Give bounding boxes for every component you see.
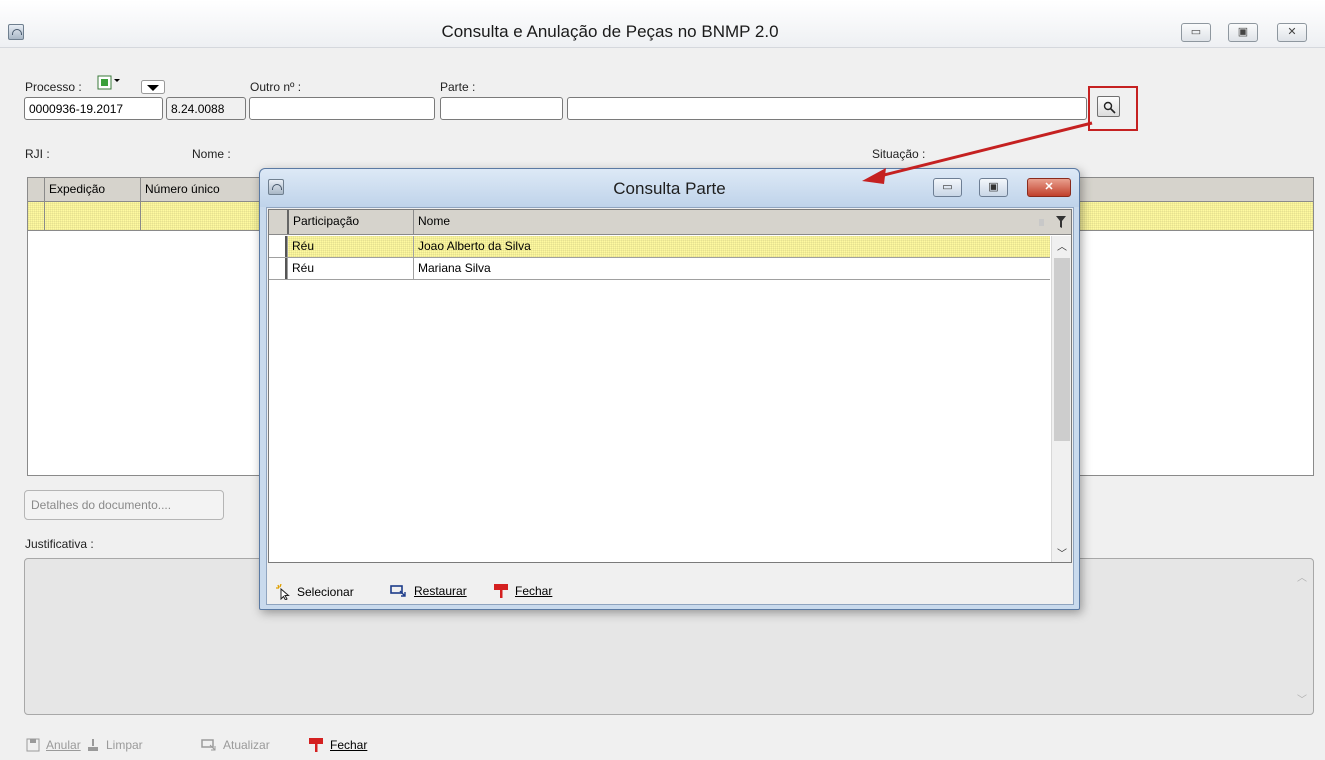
atualizar-button[interactable]: Atualizar bbox=[201, 738, 270, 752]
restore-icon bbox=[390, 585, 406, 597]
processo-number-field[interactable]: 0000936-19.2017 bbox=[24, 97, 163, 120]
dialog-fechar-button[interactable]: Fechar bbox=[493, 583, 552, 599]
exit-sign-icon bbox=[494, 584, 508, 598]
fechar-label: Fechar bbox=[330, 738, 368, 752]
selecionar-button[interactable]: Selecionar bbox=[275, 584, 354, 600]
nome-label: Nome : bbox=[192, 147, 231, 161]
parte-code-field[interactable] bbox=[440, 97, 563, 120]
scroll-up-icon: ︿ bbox=[1297, 573, 1307, 584]
search-parte-button[interactable] bbox=[1097, 96, 1120, 117]
column-header-nome[interactable]: Nome bbox=[413, 210, 1049, 234]
cell-participacao: Réu bbox=[287, 236, 413, 257]
restore-icon bbox=[201, 739, 216, 751]
restaurar-button[interactable]: Restaurar bbox=[390, 584, 467, 598]
row-divider bbox=[140, 202, 141, 230]
row-selector[interactable] bbox=[269, 236, 287, 257]
scrollbar-thumb[interactable] bbox=[1054, 258, 1070, 441]
selecionar-label: Selecionar bbox=[297, 585, 354, 599]
processo-label: Processo : bbox=[25, 80, 82, 94]
partes-grid[interactable]: Participação Nome Réu Joao Alberto da Si… bbox=[268, 209, 1072, 563]
partes-grid-header: Participação Nome bbox=[269, 210, 1071, 235]
justificativa-label: Justificativa : bbox=[25, 537, 94, 551]
window-title: Consulta e Anulação de Peças no BNMP 2.0 bbox=[441, 22, 779, 41]
processo-dropdown[interactable] bbox=[141, 80, 165, 97]
rji-label: RJI : bbox=[25, 147, 50, 161]
cell-nome: Mariana Silva bbox=[413, 258, 1049, 279]
cell-nome: Joao Alberto da Silva bbox=[413, 236, 1049, 257]
situacao-label: Situação : bbox=[872, 147, 926, 161]
scroll-down-icon[interactable]: ﹀ bbox=[1057, 545, 1067, 560]
row-divider bbox=[44, 202, 45, 230]
anular-button[interactable]: Anular bbox=[26, 738, 81, 752]
close-button[interactable] bbox=[1277, 23, 1307, 42]
fechar-button[interactable]: Fechar bbox=[308, 737, 367, 753]
cell-participacao: Réu bbox=[287, 258, 413, 279]
parte-row[interactable]: Réu Joao Alberto da Silva bbox=[269, 236, 1050, 258]
restaurar-label: Restaurar bbox=[414, 584, 467, 598]
column-header-expedicao[interactable]: Expedição bbox=[44, 178, 140, 201]
exit-sign-icon bbox=[309, 738, 323, 752]
maximize-button[interactable] bbox=[1228, 23, 1258, 42]
parte-row[interactable]: Réu Mariana Silva bbox=[269, 258, 1050, 280]
filter-button[interactable] bbox=[1051, 210, 1071, 234]
processo-complement-field[interactable]: 8.24.0088 bbox=[166, 97, 246, 120]
dialog-minimize-button[interactable] bbox=[933, 178, 962, 197]
dialog-close-button[interactable] bbox=[1027, 178, 1071, 197]
detalhes-documento-button[interactable]: Detalhes do documento.... bbox=[24, 490, 224, 520]
search-icon bbox=[1103, 101, 1116, 114]
parte-name-field[interactable] bbox=[567, 97, 1087, 120]
processo-menu[interactable] bbox=[97, 75, 127, 91]
filter-icon bbox=[1056, 216, 1066, 228]
dialog-body: Participação Nome Réu Joao Alberto da Si… bbox=[266, 207, 1074, 605]
outro-label: Outro nº : bbox=[250, 80, 302, 94]
document-dropdown-icon bbox=[97, 75, 120, 90]
dialog-maximize-button[interactable] bbox=[979, 178, 1008, 197]
row-selector[interactable] bbox=[269, 258, 287, 279]
save-icon bbox=[26, 738, 40, 752]
dialog-fechar-label: Fechar bbox=[515, 584, 553, 598]
broom-icon bbox=[88, 739, 98, 751]
limpar-button[interactable]: Limpar bbox=[86, 738, 143, 752]
column-header-participacao[interactable]: Participação bbox=[287, 210, 413, 234]
chevron-down-icon bbox=[141, 80, 165, 94]
limpar-label: Limpar bbox=[106, 738, 143, 752]
anular-label: Anular bbox=[46, 738, 81, 752]
minimize-button[interactable] bbox=[1181, 23, 1211, 42]
atualizar-label: Atualizar bbox=[223, 738, 270, 752]
scroll-up-icon[interactable]: ︿ bbox=[1057, 238, 1067, 253]
partes-scrollbar[interactable]: ︿ ﹀ bbox=[1051, 236, 1071, 562]
select-cursor-icon bbox=[276, 584, 290, 600]
consulta-parte-dialog[interactable]: Consulta Parte Participação Nome Réu Joa… bbox=[259, 168, 1080, 610]
column-header-numero-unico[interactable]: Número único bbox=[140, 178, 260, 201]
outro-numero-field[interactable] bbox=[249, 97, 435, 120]
scroll-down-icon: ﹀ bbox=[1297, 695, 1307, 706]
parte-label: Parte : bbox=[440, 80, 476, 94]
sort-indicator-icon bbox=[1039, 219, 1044, 226]
